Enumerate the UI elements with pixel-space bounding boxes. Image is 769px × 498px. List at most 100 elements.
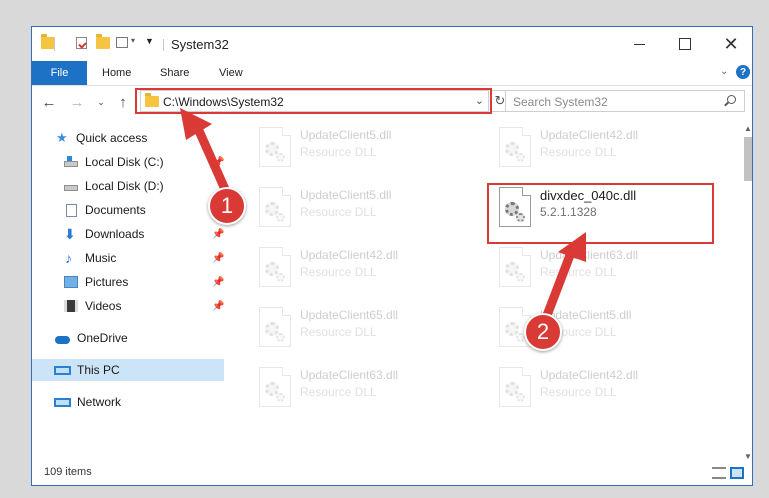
pin-icon[interactable]: 📌 xyxy=(212,253,224,264)
navigation-pane: ★ Quick access Local Disk (C:) 📌 Local D… xyxy=(32,123,224,461)
music-icon: ♪ xyxy=(65,250,72,266)
file-description: Resource DLL xyxy=(300,205,377,219)
sidebar-item-label: Pictures xyxy=(85,275,129,289)
search-icon[interactable] xyxy=(727,95,736,104)
sidebar-item-label: Videos xyxy=(85,299,122,313)
sidebar-item-label: Local Disk (C:) xyxy=(85,155,164,169)
search-input[interactable]: Search System32 xyxy=(505,90,745,112)
quick-access-menu-icon[interactable]: ▼ xyxy=(145,36,154,46)
close-icon: ✕ xyxy=(723,33,739,54)
file-description: Resource DLL xyxy=(300,385,377,399)
recent-locations-button[interactable]: ⌄ xyxy=(92,92,110,112)
expand-ribbon-icon[interactable]: ⌄ xyxy=(720,66,728,77)
file-name: UpdateClient5.dll xyxy=(300,188,392,202)
file-name: UpdateClient42.dll xyxy=(540,128,639,142)
network-icon xyxy=(54,397,71,407)
sidebar-item-label: Downloads xyxy=(85,227,145,241)
divider xyxy=(54,39,55,51)
sidebar-item-onedrive[interactable]: OneDrive xyxy=(32,327,224,349)
scroll-down-icon[interactable]: ▼ xyxy=(743,451,753,463)
pin-icon[interactable]: 📌 xyxy=(212,157,224,168)
up-arrow-icon: ↑ xyxy=(119,93,127,111)
sidebar-item-label: Network xyxy=(77,395,122,409)
quick-access-dropdown-icon[interactable]: ▾ xyxy=(131,36,135,45)
file-item[interactable]: UpdateClient5.dll Resource DLL xyxy=(237,185,457,241)
window-title: System32 xyxy=(171,37,229,52)
new-folder-icon[interactable] xyxy=(96,34,110,49)
file-name: UpdateClient65.dll xyxy=(300,308,399,322)
file-name: UpdateClient42.dll xyxy=(300,248,399,262)
sidebar-item-videos[interactable]: Videos 📌 xyxy=(32,295,224,317)
file-item[interactable]: UpdateClient42.dll Resource DLL xyxy=(237,245,457,301)
pin-icon[interactable]: 📌 xyxy=(212,229,224,240)
dll-file-icon xyxy=(499,127,531,167)
minimize-button[interactable] xyxy=(616,27,662,61)
properties-icon[interactable] xyxy=(76,37,87,49)
back-button[interactable]: ← xyxy=(40,92,58,112)
maximize-button[interactable] xyxy=(662,27,708,61)
sidebar-item-pictures[interactable]: Pictures 📌 xyxy=(32,271,224,293)
file-description: Resource DLL xyxy=(540,385,617,399)
divider xyxy=(163,39,164,51)
file-description: Resource DLL xyxy=(540,145,617,159)
file-item[interactable]: UpdateClient5.dll Resource DLL xyxy=(237,125,457,181)
file-name: UpdateClient63.dll xyxy=(300,368,399,382)
sidebar-item-label: This PC xyxy=(77,363,120,377)
tab-file[interactable]: File xyxy=(32,61,87,85)
file-description: Resource DLL xyxy=(300,265,377,279)
pictures-icon xyxy=(64,276,78,288)
sidebar-item-downloads[interactable]: ⬇ Downloads 📌 xyxy=(32,223,224,245)
address-bar-highlight xyxy=(135,88,492,114)
file-item[interactable]: UpdateClient65.dll Resource DLL xyxy=(237,305,457,361)
file-item[interactable]: UpdateClient5.dll Resource DLL xyxy=(477,305,697,361)
videos-icon xyxy=(64,300,78,312)
tab-view[interactable]: View xyxy=(219,61,243,85)
sidebar-item-label: Local Disk (D:) xyxy=(85,179,164,193)
file-item[interactable]: UpdateClient42.dll Resource DLL xyxy=(477,125,697,181)
drive-icon xyxy=(64,156,78,167)
sidebar-item-documents[interactable]: Documents xyxy=(32,199,224,221)
chevron-down-icon: ⌄ xyxy=(97,96,105,107)
tab-share[interactable]: Share xyxy=(160,61,189,85)
large-icons-view-icon[interactable] xyxy=(730,467,744,479)
file-name: UpdateClient63.dll xyxy=(540,248,639,262)
minimize-icon xyxy=(633,43,645,45)
forward-button[interactable]: → xyxy=(68,92,86,112)
customize-quick-access-icon[interactable] xyxy=(116,37,128,48)
dll-file-icon xyxy=(259,247,291,287)
sidebar-item-network[interactable]: Network xyxy=(32,391,224,413)
sidebar-item-music[interactable]: ♪ Music 📌 xyxy=(32,247,224,269)
item-count: 109 items xyxy=(44,466,92,478)
file-item[interactable]: UpdateClient42.dll Resource DLL xyxy=(477,365,697,421)
drive-icon xyxy=(64,185,78,191)
file-item[interactable]: UpdateClient63.dll Resource DLL xyxy=(237,365,457,421)
vertical-scrollbar[interactable]: ▲ ▼ xyxy=(743,123,753,463)
sidebar-item-local-disk-c[interactable]: Local Disk (C:) 📌 xyxy=(32,151,224,173)
dll-file-icon xyxy=(259,187,291,227)
folder-icon xyxy=(41,34,55,49)
file-description: Resource DLL xyxy=(540,265,617,279)
sidebar-item-label: Music xyxy=(85,251,117,265)
tab-home[interactable]: Home xyxy=(102,61,131,85)
help-icon[interactable]: ? xyxy=(736,65,750,79)
scroll-thumb[interactable] xyxy=(744,137,752,181)
callout-2: 2 xyxy=(524,313,562,351)
file-item[interactable]: UpdateClient63.dll Resource DLL xyxy=(477,245,697,301)
computer-icon xyxy=(54,365,71,375)
refresh-icon: ↻ xyxy=(494,93,506,108)
scroll-up-icon[interactable]: ▲ xyxy=(743,123,753,135)
sidebar-item-label: Documents xyxy=(85,203,146,217)
file-description: Resource DLL xyxy=(300,325,377,339)
forward-arrow-icon: → xyxy=(69,93,85,111)
dll-file-icon xyxy=(499,367,531,407)
sidebar-item-local-disk-d[interactable]: Local Disk (D:) xyxy=(32,175,224,197)
pin-icon[interactable]: 📌 xyxy=(212,277,224,288)
pin-icon[interactable]: 📌 xyxy=(212,301,224,312)
details-view-icon[interactable] xyxy=(712,467,726,479)
up-button[interactable]: ↑ xyxy=(114,92,132,112)
sidebar-item-quick-access[interactable]: ★ Quick access xyxy=(32,127,224,149)
sidebar-item-this-pc[interactable]: This PC xyxy=(32,359,224,381)
close-button[interactable]: ✕ xyxy=(708,27,754,61)
sidebar-item-label: Quick access xyxy=(76,131,148,145)
back-arrow-icon: ← xyxy=(41,93,57,111)
